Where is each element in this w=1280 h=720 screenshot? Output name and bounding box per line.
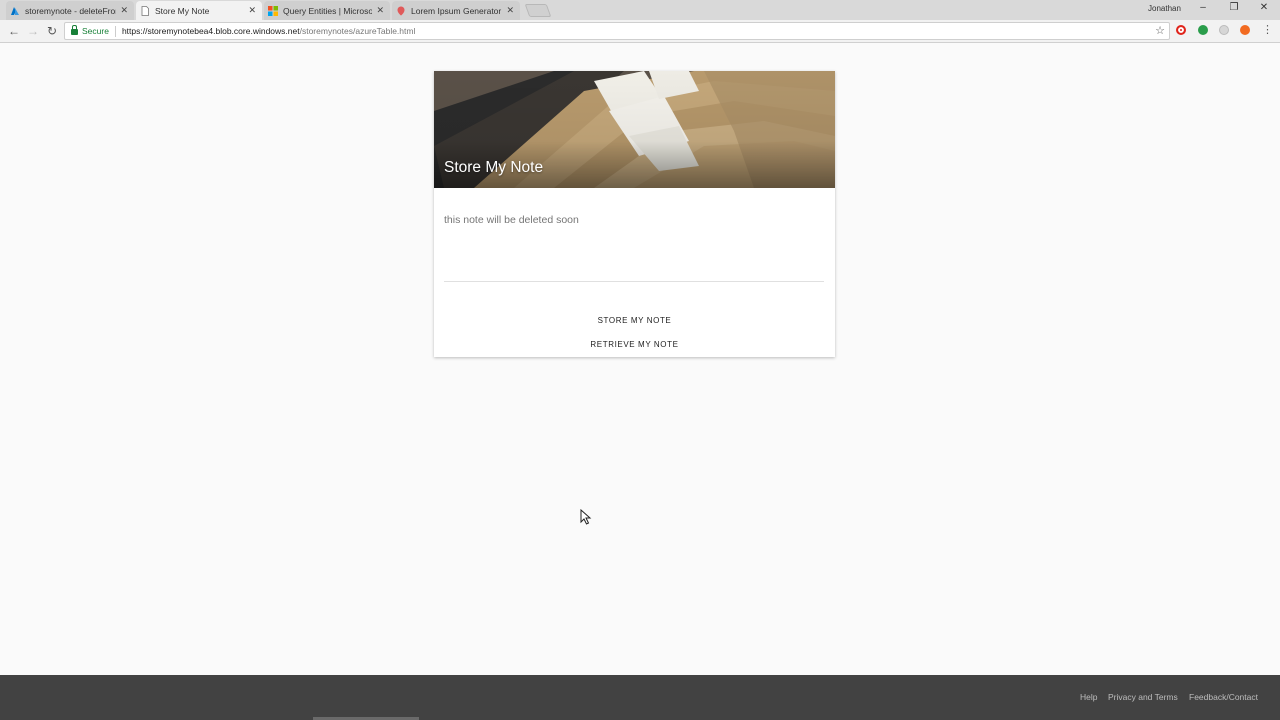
omnibox-divider bbox=[114, 25, 116, 37]
back-arrow-icon[interactable]: ← bbox=[7, 24, 21, 38]
orange-extension-icon[interactable] bbox=[1240, 25, 1250, 35]
microsoft-icon bbox=[268, 5, 278, 16]
browser-menu-icon[interactable]: ⋮ bbox=[1262, 23, 1273, 36]
page-icon bbox=[140, 5, 150, 16]
note-card: Store My Note this note will be deleted … bbox=[434, 71, 835, 357]
address-bar[interactable]: Secure https://storemynotebea4.blob.core… bbox=[64, 22, 1170, 40]
browser-toolbar: ← → ↻ Secure https://storemynotebea4.blo… bbox=[0, 20, 1280, 43]
store-note-button[interactable]: STORE MY NOTE bbox=[534, 312, 735, 328]
close-icon[interactable]: ✕ bbox=[376, 5, 384, 16]
azure-icon bbox=[10, 6, 20, 16]
secure-label: Secure bbox=[82, 26, 109, 36]
tab-storemynote-azure[interactable]: storemynote - deleteFron ✕ bbox=[6, 1, 134, 20]
footer-link-feedback[interactable]: Feedback/Contact bbox=[1189, 692, 1258, 702]
hero-image: Store My Note bbox=[434, 71, 835, 188]
close-icon[interactable]: ✕ bbox=[506, 5, 514, 16]
note-textarea[interactable]: this note will be deleted soon bbox=[444, 214, 579, 226]
textarea-underline bbox=[444, 281, 824, 282]
page-footer: Help Privacy and Terms Feedback/Contact bbox=[0, 675, 1280, 720]
reload-icon[interactable]: ↻ bbox=[45, 24, 59, 38]
bookmark-star-icon[interactable]: ☆ bbox=[1155, 24, 1165, 37]
green-extension-icon[interactable] bbox=[1198, 25, 1208, 35]
footer-link-privacy[interactable]: Privacy and Terms bbox=[1108, 692, 1178, 702]
new-tab-button[interactable] bbox=[524, 4, 552, 17]
restore-icon[interactable]: ❐ bbox=[1226, 2, 1242, 13]
profile-name[interactable]: Jonathan bbox=[1148, 4, 1181, 13]
browser-tab-strip: storemynote - deleteFron ✕ Store My Note… bbox=[0, 0, 1280, 20]
close-icon[interactable]: ✕ bbox=[248, 5, 256, 16]
close-icon[interactable]: ✕ bbox=[120, 5, 128, 16]
tab-label: Lorem Ipsum Generator bbox=[411, 5, 502, 16]
tab-label: Store My Note bbox=[155, 5, 210, 16]
mouse-cursor-icon bbox=[580, 508, 592, 530]
minimize-icon[interactable]: – bbox=[1195, 2, 1211, 13]
footer-link-help[interactable]: Help bbox=[1080, 692, 1097, 702]
gray-extension-icon[interactable] bbox=[1219, 25, 1229, 35]
retrieve-note-button[interactable]: RETRIEVE MY NOTE bbox=[534, 336, 735, 352]
lorem-icon bbox=[396, 6, 406, 16]
page-title: Store My Note bbox=[444, 159, 544, 176]
tab-store-my-note[interactable]: Store My Note ✕ bbox=[136, 1, 262, 20]
lock-icon bbox=[71, 25, 78, 35]
tab-label: Query Entities | Microsoft bbox=[283, 5, 373, 16]
url-path: /storemynotes/azureTable.html bbox=[299, 26, 416, 36]
forward-arrow-icon[interactable]: → bbox=[26, 24, 40, 38]
tab-lorem-ipsum[interactable]: Lorem Ipsum Generator ✕ bbox=[392, 1, 520, 20]
window-close-icon[interactable]: ✕ bbox=[1256, 2, 1272, 13]
tab-label: storemynote - deleteFron bbox=[25, 5, 117, 16]
tab-query-entities[interactable]: Query Entities | Microsoft ✕ bbox=[264, 1, 390, 20]
opera-extension-icon[interactable] bbox=[1176, 25, 1186, 35]
url-host: https://storemynotebea4.blob.core.window… bbox=[121, 26, 300, 36]
